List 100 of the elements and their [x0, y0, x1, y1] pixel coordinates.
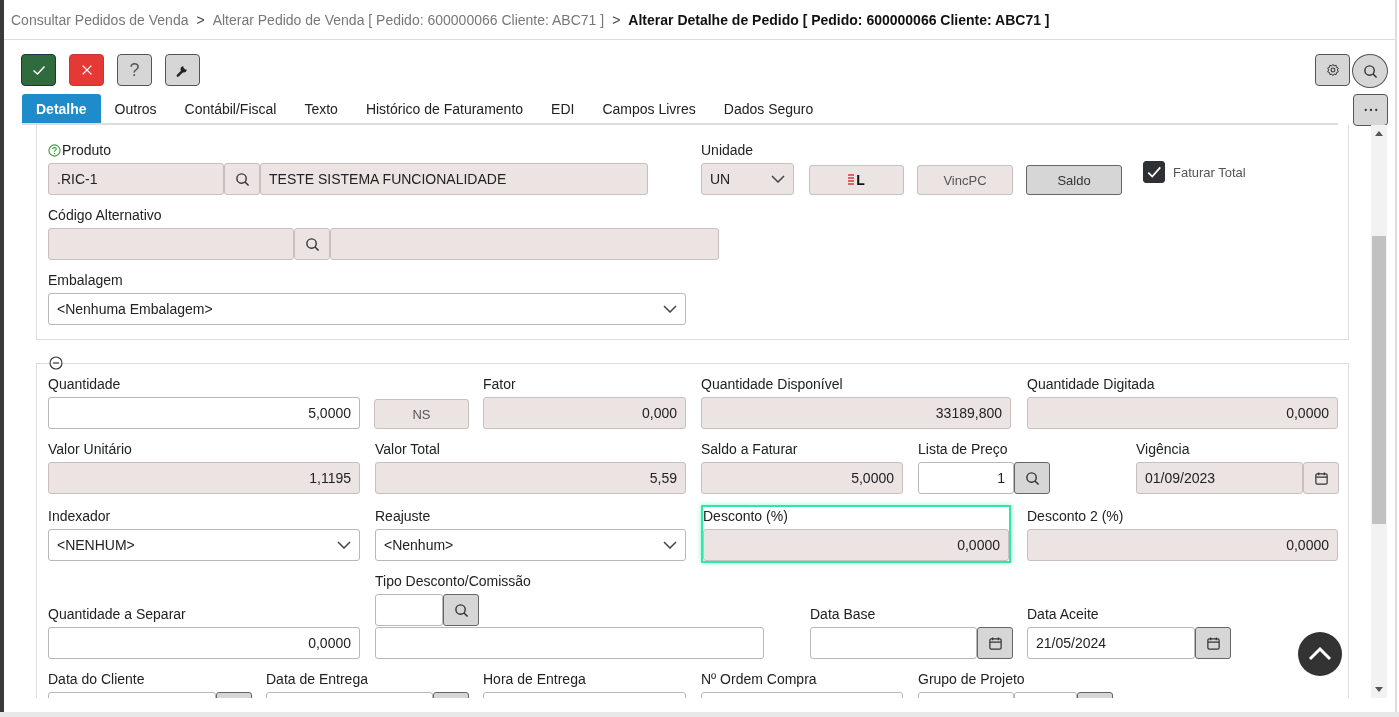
action-button[interactable]: Saldo — [1026, 165, 1122, 195]
checkbox-label: Faturar Total — [1173, 164, 1246, 180]
check-icon — [1146, 164, 1162, 180]
scroll-up-icon[interactable] — [1375, 131, 1383, 136]
date-field[interactable] — [810, 627, 977, 659]
field-label: Unidade — [701, 141, 755, 159]
input-field[interactable] — [48, 228, 294, 260]
field-label: Indexador — [48, 507, 112, 525]
input-field[interactable]: 0,0000 — [703, 529, 1009, 561]
collapse-icon[interactable] — [49, 356, 63, 370]
cancel-button[interactable] — [69, 54, 104, 86]
description-field: TESTE SISTEMA FUNCIONALIDADE — [260, 163, 648, 195]
field-label: Grupo de Projeto — [918, 670, 1026, 688]
breadcrumb-separator: > — [612, 11, 621, 28]
field-label: Data Aceite — [1027, 605, 1100, 623]
search-button[interactable] — [1352, 54, 1388, 88]
field-label: Hora de Entrega — [483, 670, 587, 688]
scroll-down-icon[interactable] — [1375, 687, 1383, 692]
calendar-button[interactable] — [1303, 462, 1339, 494]
search-icon — [1024, 470, 1040, 486]
calendar-icon — [1205, 635, 1221, 651]
chevron-down-icon — [337, 541, 351, 549]
input-field[interactable] — [375, 594, 443, 626]
date-field[interactable]: 01/09/2023 — [1136, 462, 1303, 494]
chevron-down-icon — [663, 541, 677, 549]
more-icon — [1363, 108, 1378, 112]
search-button[interactable] — [443, 594, 479, 626]
field-label: Quantidade a Separar — [48, 605, 187, 623]
calendar-button[interactable] — [1195, 627, 1231, 659]
dropdown[interactable]: UN — [701, 163, 794, 195]
breadcrumb-link[interactable]: Alterar Pedido de Venda [ Pedido: 600000066 Cliente: ABC71 ] — [212, 11, 605, 28]
field-label: Código Alternativo — [48, 206, 163, 224]
field-label: Valor Total — [375, 440, 441, 458]
tab[interactable]: Outros — [100, 94, 171, 123]
input-field[interactable]: 5,0000 — [701, 462, 903, 494]
field-label: Data Base — [810, 605, 877, 623]
field-label: Nº Ordem Compra — [701, 670, 818, 688]
tab[interactable]: Detalhe — [22, 94, 101, 123]
field-label: Reajuste — [375, 507, 432, 525]
field-label: Quantidade Digitada — [1027, 375, 1156, 393]
input-field[interactable]: 0,000 — [483, 397, 686, 429]
field-label: Valor Unitário — [48, 440, 133, 458]
field-label: Data do Cliente — [48, 670, 146, 688]
help-button[interactable]: ? — [117, 54, 152, 86]
calendar-icon — [987, 635, 1003, 651]
calendar-icon — [1313, 470, 1329, 486]
search-icon — [234, 171, 250, 187]
tab[interactable]: EDI — [537, 94, 589, 123]
settings-button[interactable] — [1315, 54, 1350, 86]
input-field[interactable]: 1 — [918, 462, 1014, 494]
calendar-button[interactable] — [977, 627, 1013, 659]
field-label: Quantidade — [48, 375, 122, 393]
date-field[interactable]: 21/05/2024 — [1027, 627, 1195, 659]
field-label: Fator — [483, 375, 517, 393]
chevron-down-icon — [663, 305, 677, 313]
dropdown[interactable]: <Nenhum> — [375, 529, 686, 561]
tab[interactable]: Contábil/Fiscal — [170, 94, 291, 123]
bars-icon — [848, 174, 855, 186]
search-icon — [304, 236, 320, 252]
more-button[interactable] — [1353, 94, 1388, 126]
settings-icon — [1325, 63, 1340, 77]
scrollbar[interactable] — [1371, 125, 1387, 698]
dropdown[interactable]: <Nenhuma Embalagem> — [48, 293, 686, 325]
scroll-to-top-button[interactable] — [1298, 632, 1342, 676]
field-label: Produto — [48, 141, 648, 159]
field-label: Desconto 2 (%) — [1027, 507, 1125, 525]
search-icon — [453, 602, 469, 618]
tab[interactable]: Texto — [290, 94, 352, 123]
dropdown[interactable]: <NENHUM> — [48, 529, 360, 561]
input-field[interactable]: 0,0000 — [1027, 397, 1338, 429]
help-icon[interactable] — [48, 143, 61, 157]
field-label: Embalagem — [48, 271, 124, 289]
field-label: Vigência — [1136, 440, 1191, 458]
breadcrumb-link[interactable]: Consultar Pedidos de Venda — [11, 11, 189, 28]
field-label: Desconto (%) — [703, 507, 789, 525]
search-icon — [1362, 63, 1378, 79]
tab[interactable]: Histórico de Faturamento — [351, 94, 538, 123]
input-field[interactable]: .RIC-1 — [48, 163, 224, 195]
tools-button[interactable] — [165, 54, 200, 86]
input-field[interactable]: 0,0000 — [1027, 529, 1338, 561]
field-label: Data de Entrega — [266, 670, 369, 688]
search-button[interactable] — [224, 163, 260, 195]
chevron-down-icon — [771, 175, 785, 183]
input-field[interactable]: 1,1195 — [48, 462, 360, 494]
input-field[interactable]: 0,0000 — [48, 627, 360, 659]
search-button[interactable] — [1014, 462, 1050, 494]
input-field[interactable]: 5,0000 — [48, 397, 360, 429]
input-field[interactable]: 33189,800 — [701, 397, 1011, 429]
field-label: Saldo a Faturar — [701, 440, 799, 458]
field-label: Lista de Preço — [918, 440, 1009, 458]
chevron-up-icon — [1308, 647, 1332, 661]
input-field[interactable]: 5,59 — [375, 462, 686, 494]
field-label: Tipo Desconto/Comissão — [375, 572, 532, 590]
breadcrumb-separator: > — [196, 11, 205, 28]
field-label: Quantidade Disponível — [701, 375, 844, 393]
tab[interactable]: Campos Livres — [588, 94, 710, 123]
search-button[interactable] — [294, 228, 330, 260]
checkbox[interactable] — [1143, 161, 1165, 183]
confirm-button[interactable] — [21, 54, 56, 86]
tab[interactable]: Dados Seguro — [709, 94, 828, 123]
